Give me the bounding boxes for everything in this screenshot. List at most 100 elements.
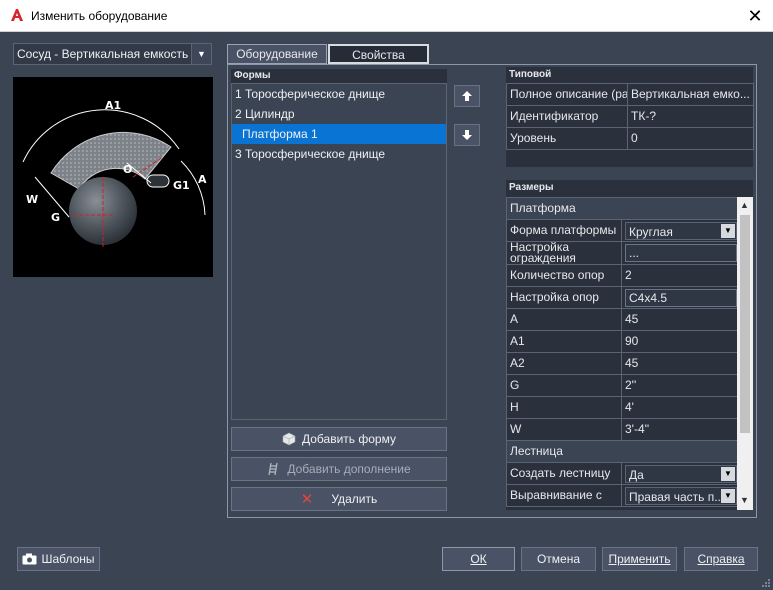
list-item[interactable]: Платформа 1 [232, 124, 446, 144]
group-ladder: Лестница [506, 440, 737, 463]
dimensions-grid: Платформа Форма платформы Круглая ▼ Настр… [506, 197, 737, 507]
cancel-label: Отмена [536, 552, 581, 566]
add-addon-label: Добавить дополнение [287, 462, 411, 476]
ok-label: ОК [470, 552, 487, 566]
create-ladder-select[interactable]: Да ▼ [625, 464, 737, 483]
support-settings-field[interactable]: C4x4.5 [625, 288, 737, 307]
create-ladder-value: Да [629, 467, 644, 482]
equipment-type-select[interactable]: Сосуд - Вертикальная емкость ▼ [13, 43, 212, 65]
list-item[interactable]: 2 Цилиндр [232, 104, 446, 124]
help-button[interactable]: Справка [684, 547, 758, 571]
scroll-up-icon[interactable]: ▲ [740, 200, 749, 210]
add-shape-label: Добавить форму [302, 432, 396, 446]
table-row: Идентификатор ТК-? [506, 105, 754, 128]
list-item-label: 3 Торосферическое днище [235, 147, 386, 161]
resize-grip-icon[interactable] [760, 577, 771, 588]
ok-button[interactable]: ОК [442, 547, 515, 571]
list-item[interactable]: 1 Торосферическое днище [232, 84, 446, 104]
table-row: Форма платформы Круглая ▼ [506, 219, 737, 242]
table-row: Выравнивание с Правая часть п... ▼ [506, 484, 737, 507]
tab-properties[interactable]: Свойства [328, 44, 429, 64]
cancel-button[interactable]: Отмена [521, 547, 596, 571]
close-icon[interactable]: ✕ [742, 4, 768, 28]
property-value-cell: C4x4.5 [621, 286, 737, 309]
table-row: Настройка опор C4x4.5 [506, 286, 737, 309]
list-item[interactable]: 3 Торосферическое днище [232, 144, 446, 164]
cube-icon [282, 432, 296, 446]
property-value-cell: ... [621, 241, 737, 265]
move-down-button[interactable] [454, 124, 480, 146]
chevron-down-icon[interactable]: ▼ [721, 488, 735, 503]
chevron-down-icon[interactable]: ▼ [721, 223, 735, 238]
templates-button[interactable]: Шаблоны [17, 547, 100, 571]
dimensions-scrollbar[interactable]: ▲ ▼ [737, 197, 753, 510]
tab-properties-label: Свойства [352, 48, 405, 62]
property-name: A [506, 308, 622, 331]
property-value-cell: Правая часть п... ▼ [621, 484, 737, 507]
chevron-down-icon[interactable]: ▼ [191, 44, 211, 64]
table-row: A1 90 [506, 330, 737, 353]
property-value[interactable]: 90 [621, 330, 737, 353]
help-label: Справка [697, 552, 745, 566]
property-name: A2 [506, 352, 622, 375]
move-up-button[interactable] [454, 85, 480, 107]
property-name: Форма платформы [506, 219, 622, 242]
table-row: A 45 [506, 308, 737, 331]
chevron-down-icon[interactable]: ▼ [721, 466, 735, 481]
property-name: Уровень [506, 127, 628, 150]
arrow-down-icon [462, 130, 472, 140]
table-row: G 2'' [506, 374, 737, 397]
delete-x-icon: ✕ [300, 491, 314, 508]
property-name: A1 [506, 330, 622, 353]
property-value[interactable]: 45 [621, 308, 737, 331]
table-row: W 3'-4'' [506, 418, 737, 441]
property-value[interactable]: 2 [621, 264, 737, 287]
apply-button[interactable]: Применить [602, 547, 677, 571]
list-item-label: 2 Цилиндр [235, 107, 295, 121]
property-value[interactable]: Вертикальная емко... [627, 83, 754, 106]
label-a1: A1 [105, 99, 121, 112]
label-a: A [198, 173, 207, 186]
table-row: Уровень 0 [506, 127, 754, 150]
apply-label: Применить [608, 552, 671, 566]
property-value-cell: Да ▼ [621, 462, 737, 485]
property-value[interactable]: 3'-4'' [621, 418, 737, 441]
add-addon-button[interactable]: Добавить дополнение [231, 457, 447, 481]
table-row: Полное описание (размер) Вертикальная ем… [506, 83, 754, 106]
property-value-cell: Круглая ▼ [621, 219, 737, 242]
dimensions-panel: Размеры Платформа Форма платформы Кругла… [506, 180, 753, 510]
property-name: G [506, 374, 622, 397]
table-row: Создать лестницу Да ▼ [506, 462, 737, 485]
property-value[interactable]: 4' [621, 396, 737, 419]
shapes-list[interactable]: 1 Торосферическое днище 2 Цилиндр Платфо… [231, 83, 447, 420]
property-value[interactable]: 2'' [621, 374, 737, 397]
alignment-select[interactable]: Правая часть п... ▼ [625, 486, 737, 505]
property-name: Количество опор [506, 264, 622, 287]
property-name: Полное описание (размер) [506, 83, 628, 106]
platform-shape-select[interactable]: Круглая ▼ [625, 221, 737, 240]
table-row: A2 45 [506, 352, 737, 375]
camera-icon [22, 553, 37, 565]
label-g1: G1 [173, 179, 190, 192]
add-shape-button[interactable]: Добавить форму [231, 427, 447, 451]
delete-button[interactable]: ✕ Удалить [231, 487, 447, 511]
label-g: G [51, 211, 60, 224]
table-row: H 4' [506, 396, 737, 419]
equipment-type-value: Сосуд - Вертикальная емкость [17, 47, 189, 61]
railing-settings-button[interactable]: ... [625, 244, 737, 262]
tab-equipment-label: Оборудование [236, 47, 318, 61]
typical-grid: Полное описание (размер) Вертикальная ем… [506, 83, 754, 150]
property-name: Настройка опор [506, 286, 622, 309]
platform-shape-value: Круглая [629, 224, 673, 239]
tab-equipment[interactable]: Оборудование [227, 44, 327, 64]
scroll-down-icon[interactable]: ▼ [740, 495, 749, 505]
property-value[interactable]: 45 [621, 352, 737, 375]
property-value[interactable]: 0 [627, 127, 754, 150]
ladder-icon [268, 462, 278, 476]
typical-panel: Типовой Полное описание (размер) Вертика… [506, 67, 754, 167]
label-w: W [26, 193, 38, 206]
property-value[interactable]: ТК-? [627, 105, 754, 128]
delete-label: Удалить [331, 492, 378, 506]
scrollbar-thumb[interactable] [740, 215, 750, 433]
autocad-logo-icon [11, 9, 23, 21]
